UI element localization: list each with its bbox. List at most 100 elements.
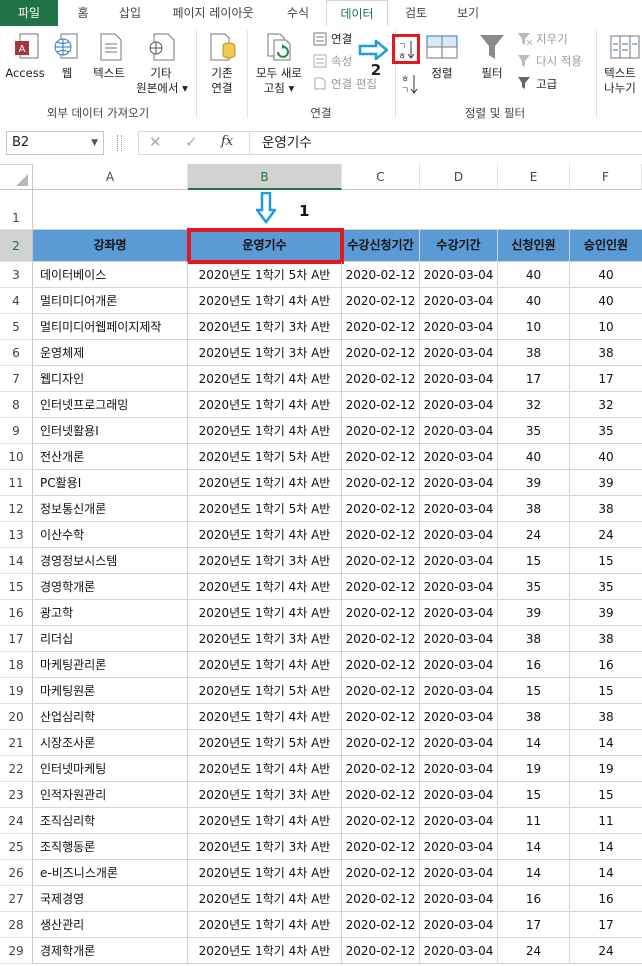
- cell-course-period[interactable]: 2020-03-04: [420, 886, 498, 912]
- reapply-button[interactable]: 다시 적용: [536, 54, 582, 68]
- cell-enroll-period[interactable]: 2020-02-12: [342, 496, 420, 522]
- cell-course[interactable]: 경영학개론: [33, 574, 188, 600]
- advanced-filter-button[interactable]: 고급: [536, 77, 557, 91]
- cell-enroll-period[interactable]: 2020-02-12: [342, 652, 420, 678]
- cell-course[interactable]: PC활용Ⅰ: [33, 470, 188, 496]
- column-header-a[interactable]: A: [33, 164, 188, 190]
- formula-input[interactable]: 운영기수: [250, 131, 642, 155]
- cell-applicants[interactable]: 15: [498, 782, 570, 808]
- cell-course[interactable]: 생산관리: [33, 912, 188, 938]
- row-header-23[interactable]: 23: [0, 782, 33, 808]
- cell-course-period[interactable]: 2020-03-04: [420, 912, 498, 938]
- cell-approved[interactable]: 14: [570, 730, 642, 756]
- row-header-7[interactable]: 7: [0, 366, 33, 392]
- cell-session[interactable]: 2020년도 1학기 5차 A반: [188, 678, 342, 704]
- cell-approved[interactable]: 10: [570, 314, 642, 340]
- cell-applicants[interactable]: 17: [498, 912, 570, 938]
- cell-session[interactable]: 2020년도 1학기 4차 A반: [188, 470, 342, 496]
- cell-enroll-period[interactable]: 2020-02-12: [342, 938, 420, 964]
- cell-session[interactable]: 2020년도 1학기 4차 A반: [188, 912, 342, 938]
- cell-approved[interactable]: 14: [570, 860, 642, 886]
- cell-course[interactable]: 조직행동론: [33, 834, 188, 860]
- cell-applicants[interactable]: 39: [498, 470, 570, 496]
- cell-session[interactable]: 2020년도 1학기 4차 A반: [188, 366, 342, 392]
- text-button[interactable]: 텍스트: [84, 66, 134, 81]
- row-header-22[interactable]: 22: [0, 756, 33, 782]
- confirm-icon[interactable]: ✓: [185, 133, 198, 151]
- cell-applicants[interactable]: 17: [498, 366, 570, 392]
- cell-applicants[interactable]: 15: [498, 548, 570, 574]
- cell-applicants[interactable]: 16: [498, 886, 570, 912]
- name-box[interactable]: B2 ▼: [6, 131, 104, 155]
- cell-course-period[interactable]: 2020-03-04: [420, 418, 498, 444]
- tab-home[interactable]: 홈: [64, 0, 102, 26]
- cell-course[interactable]: 멀티미디어웹페이지제작: [33, 314, 188, 340]
- row-header-26[interactable]: 26: [0, 860, 33, 886]
- select-all-corner[interactable]: [0, 164, 33, 190]
- row-header-3[interactable]: 3: [0, 262, 33, 288]
- text-to-columns-label-1[interactable]: 텍스트: [598, 66, 642, 81]
- cell-session[interactable]: 2020년도 1학기 4차 A반: [188, 860, 342, 886]
- cell-enroll-period[interactable]: 2020-02-12: [342, 340, 420, 366]
- properties-button[interactable]: 속성: [331, 54, 352, 68]
- header-cell-course-period[interactable]: 수강기간: [420, 230, 498, 262]
- cell-applicants[interactable]: 38: [498, 340, 570, 366]
- header-cell-applicants[interactable]: 신청인원: [498, 230, 570, 262]
- cell-applicants[interactable]: 10: [498, 314, 570, 340]
- cell-session[interactable]: 2020년도 1학기 3차 A반: [188, 314, 342, 340]
- cell-course-period[interactable]: 2020-03-04: [420, 314, 498, 340]
- cell-approved[interactable]: 39: [570, 600, 642, 626]
- cell-course[interactable]: 경제학개론: [33, 938, 188, 964]
- row-header-12[interactable]: 12: [0, 496, 33, 522]
- row-header-29[interactable]: 29: [0, 938, 33, 964]
- row-header-16[interactable]: 16: [0, 600, 33, 626]
- row-header-6[interactable]: 6: [0, 340, 33, 366]
- cell-course-period[interactable]: 2020-03-04: [420, 522, 498, 548]
- cell-course-period[interactable]: 2020-03-04: [420, 600, 498, 626]
- cell-enroll-period[interactable]: 2020-02-12: [342, 366, 420, 392]
- cell-enroll-period[interactable]: 2020-02-12: [342, 834, 420, 860]
- cell-approved[interactable]: 24: [570, 522, 642, 548]
- cell-course[interactable]: 인터넷활용Ⅰ: [33, 418, 188, 444]
- tab-page-layout[interactable]: 페이지 레이아웃: [160, 0, 266, 26]
- header-cell-approved[interactable]: 승인인원: [570, 230, 642, 262]
- cell-applicants[interactable]: 38: [498, 626, 570, 652]
- cell-enroll-period[interactable]: 2020-02-12: [342, 756, 420, 782]
- cell-course[interactable]: 국제경영: [33, 886, 188, 912]
- column-header-e[interactable]: E: [498, 164, 570, 190]
- cell-course-period[interactable]: 2020-03-04: [420, 548, 498, 574]
- cell-session[interactable]: 2020년도 1학기 5차 A반: [188, 444, 342, 470]
- cell-course-period[interactable]: 2020-03-04: [420, 704, 498, 730]
- cell-applicants[interactable]: 14: [498, 834, 570, 860]
- cell-course-period[interactable]: 2020-03-04: [420, 756, 498, 782]
- column-header-b[interactable]: B: [188, 164, 342, 190]
- cell-approved[interactable]: 19: [570, 756, 642, 782]
- row-header-14[interactable]: 14: [0, 548, 33, 574]
- cell-approved[interactable]: 17: [570, 366, 642, 392]
- cell-applicants[interactable]: 14: [498, 730, 570, 756]
- cell-enroll-period[interactable]: 2020-02-12: [342, 262, 420, 288]
- cell-course-period[interactable]: 2020-03-04: [420, 808, 498, 834]
- cell-session[interactable]: 2020년도 1학기 3차 A반: [188, 782, 342, 808]
- cell-enroll-period[interactable]: 2020-02-12: [342, 626, 420, 652]
- cell-approved[interactable]: 40: [570, 262, 642, 288]
- cell-applicants[interactable]: 15: [498, 678, 570, 704]
- cell-enroll-period[interactable]: 2020-02-12: [342, 782, 420, 808]
- cell-applicants[interactable]: 32: [498, 392, 570, 418]
- edit-links-button[interactable]: 연결 편집: [331, 77, 377, 91]
- text-to-columns-button[interactable]: 나누기: [598, 81, 642, 96]
- cell-approved[interactable]: 39: [570, 470, 642, 496]
- cancel-icon[interactable]: ✕: [149, 133, 162, 151]
- cell-course[interactable]: 정보통신개론: [33, 496, 188, 522]
- cell-approved[interactable]: 35: [570, 418, 642, 444]
- cell-approved[interactable]: 40: [570, 288, 642, 314]
- cell-course[interactable]: 인터넷마케팅: [33, 756, 188, 782]
- cell-course[interactable]: 광고학: [33, 600, 188, 626]
- row-header-10[interactable]: 10: [0, 444, 33, 470]
- row-header-19[interactable]: 19: [0, 678, 33, 704]
- row-header-27[interactable]: 27: [0, 886, 33, 912]
- row-header-5[interactable]: 5: [0, 314, 33, 340]
- other-sources-button[interactable]: 원본에서 ▾: [132, 81, 192, 96]
- cell-course[interactable]: 마케팅관리론: [33, 652, 188, 678]
- cell-course[interactable]: 웹디자인: [33, 366, 188, 392]
